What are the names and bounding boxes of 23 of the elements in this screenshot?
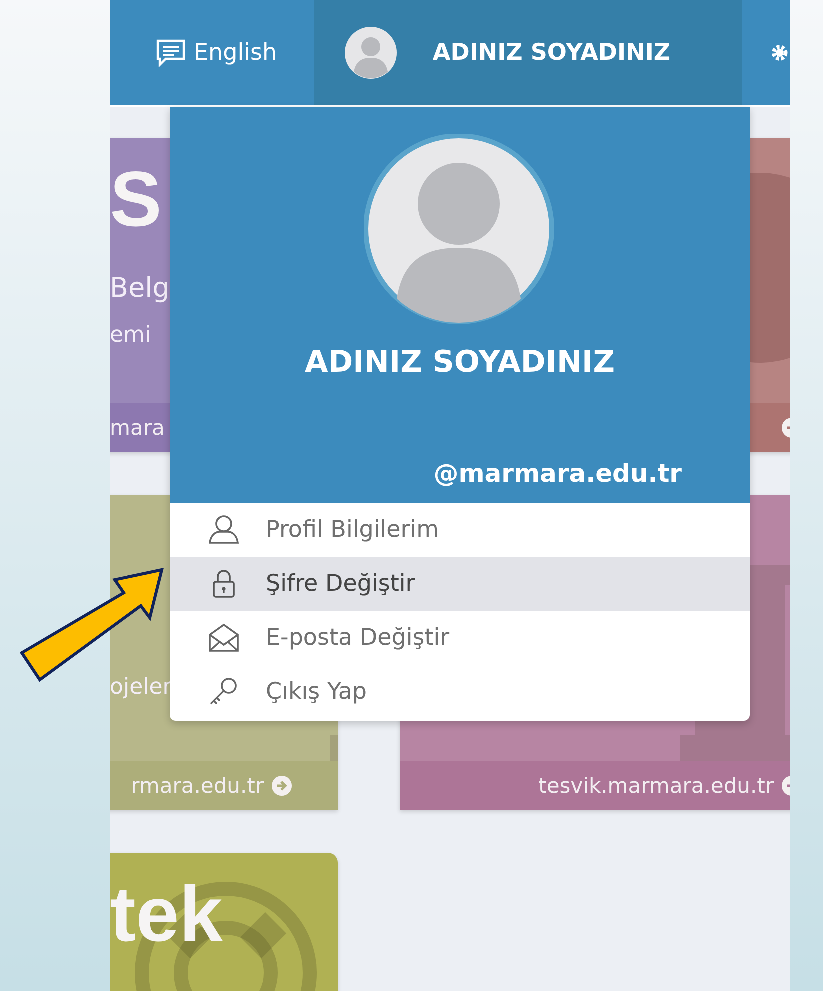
user-icon — [208, 515, 240, 545]
tile-link[interactable]: tesvik.marmara.edu.tr — [538, 774, 774, 798]
menu-item[interactable]: Çıkış Yap — [170, 665, 750, 719]
menu-item[interactable]: E-posta Değiştir — [170, 611, 750, 665]
chat-icon — [156, 38, 186, 66]
gear-icon[interactable] — [770, 42, 790, 62]
key-icon — [208, 677, 240, 707]
tile-text: emi — [110, 323, 152, 348]
avatar-icon — [364, 134, 554, 324]
user-menu-toggle[interactable]: ADINIZ SOYADINIZ — [314, 0, 742, 105]
profile-name: ADINIZ SOYADINIZ — [304, 345, 616, 380]
menu-item[interactable]: Şifre Değiştir — [170, 557, 750, 611]
user-name: ADINIZ SOYADINIZ — [432, 40, 671, 66]
menu-item[interactable]: Profil Bilgilerim — [170, 503, 750, 557]
tile-title: tek — [110, 875, 223, 953]
profile-email: @marmara.edu.tr — [434, 459, 682, 488]
language-link[interactable]: English — [156, 0, 314, 105]
avatar-icon — [344, 26, 397, 78]
tile-text: ojeler — [110, 675, 172, 700]
envelope-icon — [208, 623, 240, 653]
tile-text: Belg — [110, 273, 170, 304]
tile-title: S — [110, 160, 162, 238]
tile-link[interactable]: mara — [110, 416, 165, 440]
